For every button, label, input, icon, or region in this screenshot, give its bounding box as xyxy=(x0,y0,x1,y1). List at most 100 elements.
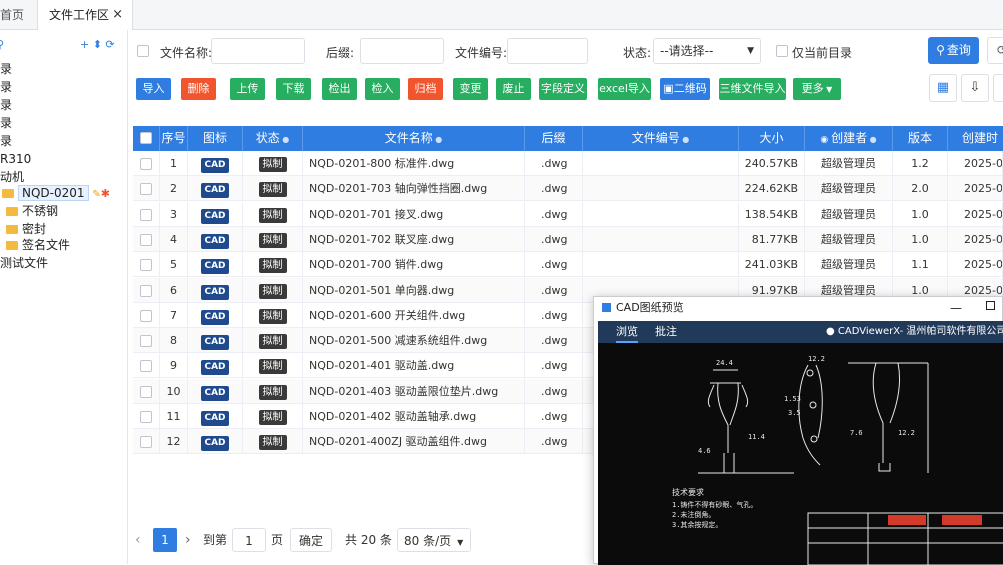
file-name-input[interactable] xyxy=(211,38,305,64)
maximize-icon[interactable] xyxy=(986,301,995,310)
export-icon[interactable]: ⇩ xyxy=(961,74,989,102)
cell-icon: CAD xyxy=(188,151,243,176)
row-checkbox[interactable] xyxy=(133,404,160,429)
abolish-button[interactable]: 废止 xyxy=(496,78,531,100)
col-creator[interactable]: ◉ 创建者 ● xyxy=(805,126,893,151)
print-icon[interactable] xyxy=(993,74,1003,102)
tab-browse[interactable]: 浏览 xyxy=(616,321,638,343)
cell-file-number xyxy=(583,176,739,202)
row-checkbox[interactable] xyxy=(133,302,160,328)
page-size-select[interactable]: 80 条/页 ▼ xyxy=(397,528,471,552)
status-select[interactable]: --请选择-- ▼ xyxy=(653,38,761,64)
status-badge: 拟制 xyxy=(258,359,287,375)
table-row[interactable]: 4 CAD 拟制 NQD-0201-702 联叉座.dwg .dwg 81.77KB 超级管… xyxy=(133,226,1003,252)
close-icon[interactable]: × xyxy=(112,0,123,30)
download-button[interactable]: 下载 xyxy=(276,78,311,100)
cell-suffix: .dwg xyxy=(525,226,583,252)
col-status[interactable]: 状态 ● xyxy=(243,126,303,151)
qrcode-button[interactable]: ▣二维码 xyxy=(660,78,710,100)
query-button[interactable]: ⚲ 查询 xyxy=(928,37,979,64)
cell-suffix: .dwg xyxy=(525,404,583,429)
current-dir-checkbox[interactable] xyxy=(776,45,788,57)
cell-status: 拟制 xyxy=(243,429,303,455)
suffix-input[interactable] xyxy=(360,38,444,64)
tab-home[interactable]: 首页 xyxy=(0,0,36,30)
grid-view-icon[interactable]: ▦ xyxy=(929,74,957,102)
tab-file-workspace[interactable]: 文件工作区 × xyxy=(37,0,133,30)
tree-item[interactable]: 不锈钢 xyxy=(6,202,58,220)
cell-suffix: .dwg xyxy=(525,151,583,176)
next-page-icon[interactable]: › xyxy=(185,528,191,552)
cad-drawing-canvas[interactable]: 24.4 12.2 1.53 3.5 4.6 11.4 7.6 12.2 技术要… xyxy=(598,343,1003,565)
excel-import-button[interactable]: excel导入 xyxy=(598,78,651,100)
row-checkbox[interactable] xyxy=(133,201,160,227)
cell-suffix: .dwg xyxy=(525,353,583,379)
edit-icon[interactable]: ✎ xyxy=(92,189,100,200)
table-row[interactable]: 2 CAD 拟制 NQD-0201-703 轴向弹性挡圈.dwg .dwg 224.62K… xyxy=(133,176,1003,202)
reset-button[interactable]: ⟳ xyxy=(987,37,1003,64)
cell-creator: 超级管理员 xyxy=(805,151,893,176)
cell-version: 2.0 xyxy=(893,176,948,202)
tree-item[interactable]: 录 xyxy=(0,114,12,132)
col-file-name[interactable]: 文件名称 ● xyxy=(303,126,525,151)
row-checkbox[interactable] xyxy=(133,277,160,303)
row-checkbox[interactable] xyxy=(133,328,160,354)
tree-item[interactable]: 录 xyxy=(0,96,12,114)
table-row[interactable]: 1 CAD 拟制 NQD-0201-800 标准件.dwg .dwg 240.57KB 超级… xyxy=(133,151,1003,176)
row-checkbox[interactable] xyxy=(133,151,160,176)
cell-status: 拟制 xyxy=(243,302,303,328)
archive-button[interactable]: 归档 xyxy=(408,78,443,100)
file-number-input[interactable] xyxy=(507,38,588,64)
table-row[interactable]: 5 CAD 拟制 NQD-0201-700 销件.dwg .dwg 241.03KB 超级管… xyxy=(133,252,1003,278)
goto-page-input[interactable]: 1 xyxy=(232,528,266,552)
minimize-icon[interactable]: — xyxy=(950,297,962,319)
change-button[interactable]: 变更 xyxy=(453,78,488,100)
page-number-current[interactable]: 1 xyxy=(153,528,177,552)
tree-action-icons[interactable]: + ⬍ ⟳ xyxy=(80,38,115,51)
search-icon: ⚲ xyxy=(936,43,945,57)
field-def-button[interactable]: 字段定义 xyxy=(539,78,587,100)
import-button[interactable]: 导入 xyxy=(136,78,171,100)
tree-item[interactable]: 签名文件 xyxy=(6,236,70,254)
file-name-label: 文件名称: xyxy=(160,46,213,60)
row-checkbox[interactable] xyxy=(133,429,160,455)
cell-size: 241.03KB xyxy=(739,252,805,278)
row-checkbox[interactable] xyxy=(133,252,160,278)
tree-item[interactable]: 测试文件 xyxy=(0,254,48,272)
search-icon[interactable]: ⚲ xyxy=(0,38,4,51)
col-icon: 图标 xyxy=(188,126,243,151)
goto-confirm-button[interactable]: 确定 xyxy=(290,528,332,552)
tree-item[interactable]: 录 xyxy=(0,132,12,150)
checkin-button[interactable]: 检入 xyxy=(365,78,400,100)
tab-annotate[interactable]: 批注 xyxy=(655,321,677,343)
cell-no: 10 xyxy=(160,378,188,404)
tree-item[interactable]: R310 xyxy=(0,150,31,168)
table-row[interactable]: 3 CAD 拟制 NQD-0201-701 接叉.dwg .dwg 138.54KB 超级管… xyxy=(133,201,1003,227)
row-checkbox[interactable] xyxy=(133,226,160,252)
gear-icon[interactable]: ✱ xyxy=(101,187,110,200)
upload-button[interactable]: 上传 xyxy=(230,78,265,100)
3d-import-button[interactable]: 三维文件导入 xyxy=(719,78,786,100)
checkout-button[interactable]: 检出 xyxy=(322,78,357,100)
filter-checkbox[interactable] xyxy=(137,45,149,57)
status-badge: 拟制 xyxy=(258,435,287,451)
prev-page-icon[interactable]: ‹ xyxy=(135,528,141,552)
tree-item[interactable]: 录 xyxy=(0,60,12,78)
note-line: 1.铸件不得有砂眼、气孔。 xyxy=(672,500,757,509)
status-badge: 拟制 xyxy=(258,384,287,400)
tree-item-selected[interactable]: NQD-0201 ✎✱ xyxy=(0,184,110,202)
cell-no: 11 xyxy=(160,404,188,429)
cell-suffix: .dwg xyxy=(525,201,583,227)
tree-item[interactable]: 录 xyxy=(0,78,12,96)
preview-tabbar: 浏览 批注 ● CADViewerX- 温州帕司软件有限公司专用 xyxy=(598,321,1003,343)
cell-name: NQD-0201-700 销件.dwg xyxy=(303,252,525,278)
cell-size: 224.62KB xyxy=(739,176,805,202)
more-button[interactable]: 更多 ▼ xyxy=(793,78,841,100)
row-checkbox[interactable] xyxy=(133,176,160,202)
cell-name: NQD-0201-402 驱动盖轴承.dwg xyxy=(303,404,525,429)
col-file-number[interactable]: 文件编号 ● xyxy=(583,126,739,151)
delete-button[interactable]: 删除 xyxy=(181,78,216,100)
row-checkbox[interactable] xyxy=(133,353,160,379)
row-checkbox[interactable] xyxy=(133,378,160,404)
select-all-header[interactable] xyxy=(133,126,160,151)
